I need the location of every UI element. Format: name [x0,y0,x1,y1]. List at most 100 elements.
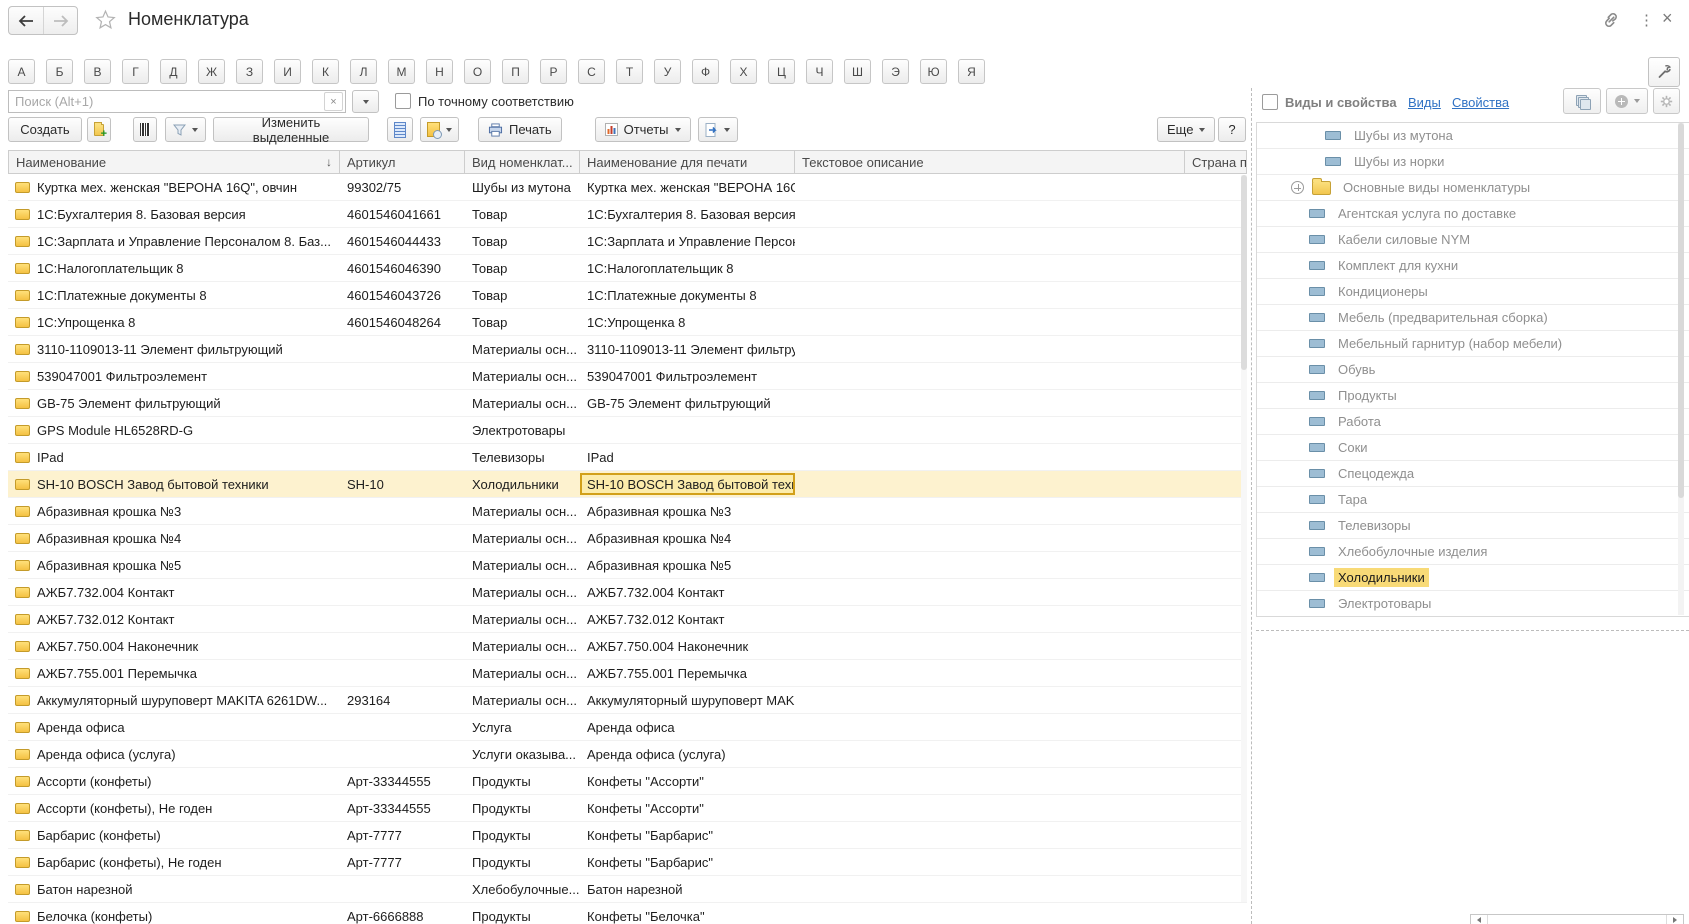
alphabet-button-Т[interactable]: Т [616,59,643,84]
table-row[interactable]: 539047001 ФильтроэлементМатериалы осн...… [8,363,1247,390]
create-button[interactable]: Создать [8,117,82,142]
add-type-button[interactable] [1606,88,1648,114]
alphabet-button-И[interactable]: И [274,59,301,84]
table-row[interactable]: Аренда офиса (услуга)Услуги оказыва...Ар… [8,741,1247,768]
more-menu-icon[interactable]: ⋮ [1639,11,1654,29]
print-name-edit-box[interactable]: SH-10 BOSCH Завод бытовой техники [580,473,795,495]
create-group-button[interactable] [87,117,111,142]
column-header[interactable]: Наименование для печати [580,151,795,173]
tree-item[interactable]: Холодильники [1257,565,1689,591]
table-row[interactable]: Батон нарезнойХлебобулочные...Батон наре… [8,876,1247,903]
alphabet-button-Г[interactable]: Г [122,59,149,84]
alphabet-button-Ц[interactable]: Ц [768,59,795,84]
table-row[interactable]: АЖБ7.755.001 ПеремычкаМатериалы осн...АЖ… [8,660,1247,687]
expand-icon[interactable] [1291,181,1304,194]
column-header[interactable]: Артикул [340,151,465,173]
alphabet-button-Р[interactable]: Р [540,59,567,84]
tree-item[interactable]: Мебельный гарнитур (набор мебели) [1257,331,1689,357]
list-settings-button[interactable] [387,117,413,142]
tree-item[interactable]: Тара [1257,487,1689,513]
edit-selected-button[interactable]: Изменить выделенные [213,117,369,142]
table-row[interactable]: Аккумуляторный шуруповерт MAKITA 6261DW.… [8,687,1247,714]
tree-item[interactable]: Агентская услуга по доставке [1257,201,1689,227]
tree-item[interactable]: Комплект для кухни [1257,253,1689,279]
tree-item[interactable]: Электротовары [1257,591,1689,617]
more-actions-button[interactable]: Еще [1157,117,1215,142]
column-header[interactable]: Текстовое описание [795,151,1185,173]
validity-button[interactable] [420,117,459,142]
tree-item[interactable]: Шубы из норки [1257,149,1689,175]
table-row[interactable]: Ассорти (конфеты), Не годенАрт-33344555П… [8,795,1247,822]
scrollbar-thumb[interactable] [1678,123,1684,498]
alphabet-button-В[interactable]: В [84,59,111,84]
print-button[interactable]: Печать [478,117,562,142]
table-row[interactable]: GB-75 Элемент фильтрующийМатериалы осн..… [8,390,1247,417]
alphabet-button-Л[interactable]: Л [350,59,377,84]
alphabet-button-Э[interactable]: Э [882,59,909,84]
table-row[interactable]: АЖБ7.732.004 КонтактМатериалы осн...АЖБ7… [8,579,1247,606]
table-row[interactable]: Абразивная крошка №3Материалы осн...Абра… [8,498,1247,525]
forward-button[interactable] [43,7,77,34]
alphabet-button-А[interactable]: А [8,59,35,84]
table-row[interactable]: 1С:Бухгалтерия 8. Базовая версия46015460… [8,201,1247,228]
alphabet-button-Ю[interactable]: Ю [920,59,947,84]
table-vertical-scrollbar[interactable] [1241,175,1247,902]
table-row[interactable]: 1С:Платежные документы 84601546043726Тов… [8,282,1247,309]
alphabet-button-М[interactable]: М [388,59,415,84]
column-header[interactable]: Страна прои [1185,151,1247,173]
tree-item[interactable]: Работа [1257,409,1689,435]
reports-button[interactable]: Отчеты [595,117,691,142]
table-row[interactable]: 1С:Зарплата и Управление Персоналом 8. Б… [8,228,1247,255]
table-row[interactable]: 1С:Налогоплательщик 84601546046390Товар1… [8,255,1247,282]
properties-splitter[interactable] [1256,630,1689,631]
table-row[interactable]: АЖБ7.750.004 НаконечникМатериалы осн...А… [8,633,1247,660]
alphabet-button-Б[interactable]: Б [46,59,73,84]
table-row[interactable]: Абразивная крошка №5Материалы осн...Абра… [8,552,1247,579]
alphabet-button-Ш[interactable]: Ш [844,59,871,84]
scroll-left-button[interactable] [1471,915,1488,924]
alphabet-button-У[interactable]: У [654,59,681,84]
get-link-icon[interactable] [1600,10,1622,33]
table-row[interactable]: Абразивная крошка №4Материалы осн...Абра… [8,525,1247,552]
table-row[interactable]: Куртка мех. женская "ВЕРОНА 16Q", овчин9… [8,174,1247,201]
alphabet-button-Н[interactable]: Н [426,59,453,84]
tree-item[interactable]: Мебель (предварительная сборка) [1257,305,1689,331]
table-row[interactable]: Барбарис (конфеты)Арт-7777ПродуктыКонфет… [8,822,1247,849]
alphabet-button-К[interactable]: К [312,59,339,84]
horizontal-scrollbar[interactable] [1470,914,1684,924]
settings-wrench-button[interactable] [1648,57,1680,87]
tree-item[interactable]: Телевизоры [1257,513,1689,539]
tree-item[interactable]: Хлебобулочные изделия [1257,539,1689,565]
help-button[interactable]: ? [1218,117,1246,142]
export-button[interactable] [698,117,738,142]
table-row[interactable]: 1С:Упрощенка 84601546048264Товар1С:Упрощ… [8,309,1247,336]
alphabet-button-Х[interactable]: Х [730,59,757,84]
alphabet-button-П[interactable]: П [502,59,529,84]
barcode-button[interactable] [133,117,157,142]
alphabet-button-Д[interactable]: Д [160,59,187,84]
search-clear-icon[interactable]: × [324,92,343,111]
panel-settings-button[interactable] [1653,88,1680,114]
table-row[interactable]: SH-10 BOSCH Завод бытовой техникиSH-10Хо… [8,471,1247,498]
alphabet-button-С[interactable]: С [578,59,605,84]
table-row[interactable]: IPadТелевизорыIPad [8,444,1247,471]
types-link[interactable]: Виды [1408,95,1441,110]
compare-types-button[interactable] [1563,88,1601,114]
tree-vertical-scrollbar[interactable] [1678,123,1684,615]
table-row[interactable]: Аренда офисаУслугаАренда офиса [8,714,1247,741]
alphabet-button-О[interactable]: О [464,59,491,84]
table-row[interactable]: Ассорти (конфеты)Арт-33344555ПродуктыКон… [8,768,1247,795]
filter-button[interactable] [165,117,206,142]
table-row[interactable]: 3110-1109013-11 Элемент фильтрующийМатер… [8,336,1247,363]
scrollbar-thumb[interactable] [1241,175,1247,370]
tree-item[interactable]: Спецодежда [1257,461,1689,487]
alphabet-button-З[interactable]: З [236,59,263,84]
table-row[interactable]: GPS Module HL6528RD-GЭлектротовары [8,417,1247,444]
tree-item[interactable]: Продукты [1257,383,1689,409]
alphabet-button-Ж[interactable]: Ж [198,59,225,84]
column-header[interactable]: Вид номенклат... [465,151,580,173]
back-button[interactable] [9,7,43,34]
table-row[interactable]: АЖБ7.732.012 КонтактМатериалы осн...АЖБ7… [8,606,1247,633]
table-row[interactable]: Белочка (конфеты)Арт-6666888ПродуктыКонф… [8,903,1247,924]
panel-splitter[interactable] [1251,88,1252,924]
